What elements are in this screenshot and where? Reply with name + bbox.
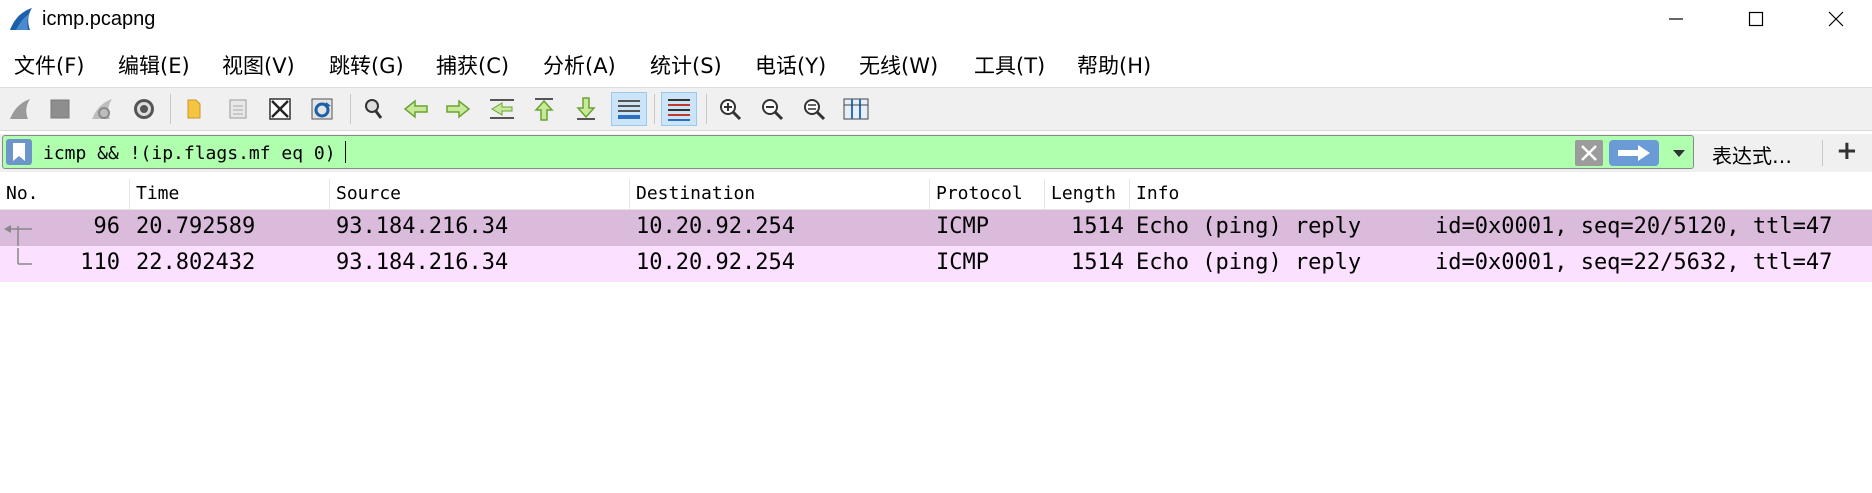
last-packet-icon[interactable] <box>570 93 602 125</box>
open-file-icon[interactable] <box>178 93 210 125</box>
packet-info: Echo (ping) reply <box>1136 250 1362 275</box>
restart-capture-icon[interactable] <box>86 93 118 125</box>
menu-statistics[interactable]: 统计(S) <box>650 50 722 80</box>
menu-bar: 文件(F) 编辑(E) 视图(V) 跳转(G) 捕获(C) 分析(A) 统计(S… <box>0 46 1872 80</box>
menu-file[interactable]: 文件(F) <box>14 50 84 80</box>
autoscroll-icon[interactable] <box>611 92 647 126</box>
column-header-info[interactable]: Info <box>1130 179 1872 210</box>
packet-source: 93.184.216.34 <box>336 214 509 239</box>
column-header-destination[interactable]: Destination <box>630 179 930 210</box>
apply-filter-button[interactable] <box>1609 140 1659 166</box>
menu-go[interactable]: 跳转(G) <box>329 50 404 80</box>
packet-time: 20.792589 <box>136 214 256 239</box>
save-file-icon[interactable] <box>222 93 254 125</box>
packet-list-empty-area <box>0 282 1872 493</box>
packet-protocol: ICMP <box>936 250 989 275</box>
display-filter-field <box>2 135 1694 169</box>
column-header-length[interactable]: Length <box>1045 179 1130 210</box>
display-filter-bar: 表达式… + <box>0 134 1872 172</box>
display-filter-input[interactable] <box>43 141 1273 165</box>
resize-columns-icon[interactable] <box>840 93 872 125</box>
expression-button[interactable]: 表达式… <box>1712 140 1792 169</box>
packet-protocol: ICMP <box>936 214 989 239</box>
menu-telephony[interactable]: 电话(Y) <box>755 50 826 80</box>
column-header-source[interactable]: Source <box>330 179 630 210</box>
menu-help[interactable]: 帮助(H) <box>1077 50 1151 80</box>
packet-info-details: id=0x0001, seq=20/5120, ttl=47 <box>1435 214 1833 239</box>
find-packet-icon[interactable] <box>358 93 390 125</box>
column-header-protocol[interactable]: Protocol <box>930 179 1045 210</box>
colorize-icon[interactable] <box>661 92 697 126</box>
wireshark-logo-icon <box>8 6 34 32</box>
go-forward-icon[interactable] <box>442 93 474 125</box>
go-back-icon[interactable] <box>400 93 432 125</box>
packet-length: 1514 <box>1071 214 1124 239</box>
packet-destination: 10.20.92.254 <box>636 250 795 275</box>
zoom-out-icon[interactable] <box>756 93 788 125</box>
zoom-in-icon[interactable] <box>714 93 746 125</box>
column-header-time[interactable]: Time <box>130 179 330 210</box>
minimize-button[interactable] <box>1636 0 1716 38</box>
menu-analyze[interactable]: 分析(A) <box>543 50 616 80</box>
packet-length: 1514 <box>1071 250 1124 275</box>
packet-no: 96 <box>93 214 121 239</box>
filter-history-dropdown[interactable] <box>1667 140 1691 166</box>
packet-row[interactable]: 110 22.802432 93.184.216.34 10.20.92.254… <box>0 246 1872 282</box>
bookmark-icon[interactable] <box>6 139 32 165</box>
menu-wireless[interactable]: 无线(W) <box>859 50 938 80</box>
menu-edit[interactable]: 编辑(E) <box>118 50 190 80</box>
first-packet-icon[interactable] <box>528 93 560 125</box>
packet-time: 22.802432 <box>136 250 256 275</box>
title-bar: icmp.pcapng <box>0 0 1872 38</box>
packet-info: Echo (ping) reply <box>1136 214 1362 239</box>
main-toolbar <box>0 87 1872 131</box>
packet-row[interactable]: 96 20.792589 93.184.216.34 10.20.92.254 … <box>0 210 1872 246</box>
packet-destination: 10.20.92.254 <box>636 214 795 239</box>
menu-tools[interactable]: 工具(T) <box>974 50 1045 80</box>
packet-list-header: No. Time Source Destination Protocol Len… <box>0 179 1872 210</box>
column-header-no[interactable]: No. <box>0 179 130 210</box>
reload-file-icon[interactable] <box>306 93 338 125</box>
packet-source: 93.184.216.34 <box>336 250 509 275</box>
close-window-button[interactable] <box>1796 0 1872 38</box>
menu-view[interactable]: 视图(V) <box>222 50 295 80</box>
go-to-packet-icon[interactable] <box>486 93 518 125</box>
packet-no: 110 <box>80 250 120 275</box>
stop-capture-icon[interactable] <box>44 93 76 125</box>
add-filter-button[interactable]: + <box>1836 136 1858 166</box>
maximize-button[interactable] <box>1716 0 1796 38</box>
capture-options-icon[interactable] <box>128 93 160 125</box>
start-capture-icon[interactable] <box>4 93 36 125</box>
clear-filter-button[interactable] <box>1575 140 1603 166</box>
menu-capture[interactable]: 捕获(C) <box>436 50 509 80</box>
window-title: icmp.pcapng <box>42 8 156 30</box>
normal-size-icon[interactable] <box>798 93 830 125</box>
text-caret <box>345 141 346 163</box>
packet-info-details: id=0x0001, seq=22/5632, ttl=47 <box>1435 250 1833 275</box>
close-file-icon[interactable] <box>264 93 296 125</box>
